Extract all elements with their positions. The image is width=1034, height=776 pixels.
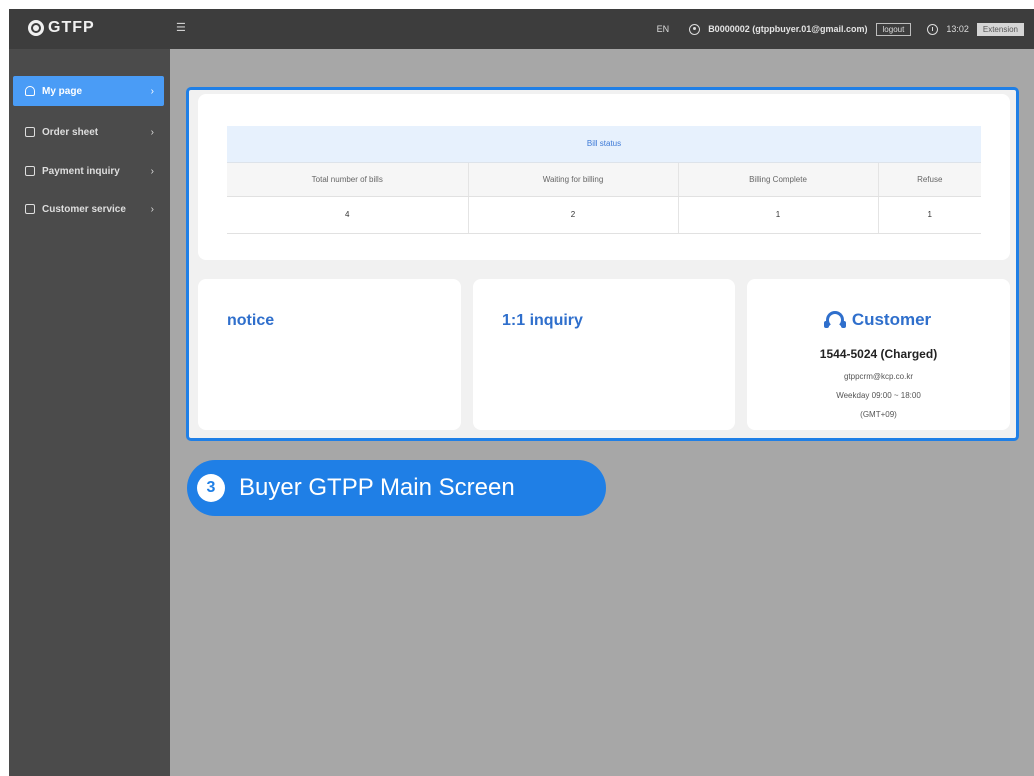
logo-mark-icon [28,20,44,36]
clipboard-icon [25,166,35,176]
notice-title[interactable]: notice [227,312,274,330]
user-account: B0000002 (gtppbuyer.01@gmail.com) [708,24,868,34]
top-header: GTFP ☰ EN B0000002 (gtppbuyer.01@gmail.c… [9,9,1034,49]
table-caption-row: Bill status [227,126,981,163]
sidebar-item-payment-inquiry[interactable]: Payment inquiry › [13,156,164,186]
customer-title: Customer [851,310,932,329]
headset-icon [823,311,846,329]
table-cell[interactable]: 1 [878,196,981,234]
sidebar-item-label: Order sheet [42,126,99,138]
sidebar-item-my-page[interactable]: My page › [13,76,164,106]
gtfp-logo[interactable]: GTFP [28,19,95,37]
person-icon [25,86,35,96]
notice-card[interactable]: notice [198,279,461,430]
customer-phone: 1544-5024 (Charged) [819,347,938,361]
logo-text: GTFP [48,19,95,36]
sidebar-item-label: My page [42,85,83,97]
chevron-right-icon: › [150,203,154,215]
column-header: Refuse [878,162,981,197]
sidebar-item-label: Payment inquiry [42,165,120,177]
customer-email[interactable]: gtppcrm@kcp.co.kr [747,372,1010,381]
step-label: 3 Buyer GTPP Main Screen [187,460,606,516]
column-header: Waiting for billing [468,162,679,197]
column-header: Total number of bills [227,162,469,197]
extension-button[interactable]: Extension [976,22,1024,36]
document-icon [25,127,35,137]
customer-timezone: (GMT+09) [860,410,897,419]
table-cell[interactable]: 4 [227,196,469,234]
column-header: Billing Complete [678,162,879,197]
user-icon [689,23,701,35]
sidebar-item-order-sheet[interactable]: Order sheet › [13,117,164,147]
customer-card: Customer 1544-5024 (Charged) gtppcrm@kcp… [747,279,1010,430]
inquiry-card[interactable]: 1:1 inquiry [473,279,735,430]
chevron-right-icon: › [150,165,154,177]
grid-icon [25,204,35,214]
table-header-row: Total number of bills Waiting for billin… [227,162,981,197]
header-right: EN B0000002 (gtppbuyer.01@gmail.com) log… [657,20,1024,38]
highlighted-main-panel: Bill status Total number of bills Waitin… [186,87,1019,441]
bill-status-table: Bill status Total number of bills Waitin… [227,126,981,234]
chevron-right-icon: › [150,126,154,138]
app-window: GTFP ☰ EN B0000002 (gtppbuyer.01@gmail.c… [9,9,1034,776]
bill-status-caption: Bill status [227,126,981,163]
inquiry-title[interactable]: 1:1 inquiry [502,312,583,330]
table-row: 4 2 1 1 [227,196,981,234]
logout-button[interactable]: logout [875,22,912,36]
sidebar-item-customer-service[interactable]: Customer service › [13,194,164,224]
customer-hours: Weekday 09:00 ~ 18:00 [836,391,921,400]
clock-icon [927,23,939,35]
chevron-right-icon: › [150,85,154,97]
table-cell[interactable]: 2 [468,196,679,234]
session-time: 13:02 [946,24,969,34]
language-selector[interactable]: EN [657,24,670,34]
table-cell[interactable]: 1 [678,196,879,234]
menu-collapse-icon[interactable]: ☰ [176,22,188,34]
step-label-text: Buyer GTPP Main Screen [239,474,515,501]
bill-status-card: Bill status Total number of bills Waitin… [198,94,1010,260]
step-number-badge: 3 [197,474,225,502]
customer-heading: Customer [747,310,1010,330]
sidebar: My page › Order sheet › Payment inquiry … [9,49,170,776]
sidebar-item-label: Customer service [42,203,126,215]
